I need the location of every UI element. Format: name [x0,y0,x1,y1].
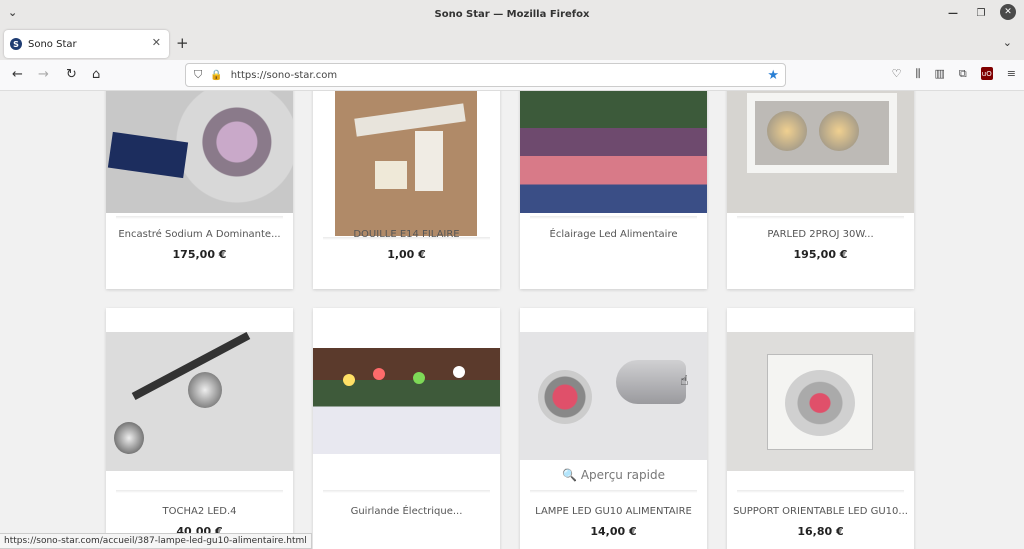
hamburger-menu-icon[interactable]: ≡ [1007,67,1016,81]
product-card[interactable]: TOCHA2 LED.4 40,00 € [106,308,293,549]
status-bar-link: https://sono-star.com/accueil/387-lampe-… [0,533,312,549]
extensions-icon[interactable]: ⧉ [959,67,967,81]
product-price: 14,00 € [590,525,637,538]
forward-arrow-icon[interactable]: → [38,67,49,82]
product-name[interactable]: TOCHA2 LED.4 [110,506,289,517]
reload-icon[interactable]: ↻ [66,67,77,82]
tab-close-icon[interactable]: ✕ [152,36,161,49]
product-image[interactable] [106,91,293,213]
divider [737,216,904,219]
window-controls: — ❐ ✕ [944,4,1016,22]
library-icon[interactable]: ⫼ [915,67,920,81]
product-card[interactable]: Éclairage Led Alimentaire [520,91,707,289]
product-price: 175,00 € [172,248,227,261]
home-icon[interactable]: ⌂ [92,67,100,82]
divider [737,490,904,493]
pocket-icon[interactable]: ♡ [892,67,902,81]
product-name[interactable]: DOUILLE E14 FILAIRE [317,229,496,240]
product-image[interactable] [335,91,477,236]
toolbar-icons: ♡ ⫼ ▥ ⧉ uO ≡ [892,67,1016,81]
product-image[interactable] [520,91,707,213]
minimize-icon[interactable]: — [944,4,962,22]
restore-icon[interactable]: ❐ [972,4,990,22]
sono-star-favicon-icon: S [10,38,22,50]
back-arrow-icon[interactable]: ← [12,67,23,82]
new-tab-icon[interactable]: + [176,34,189,52]
product-card[interactable]: Guirlande Électrique... [313,308,500,549]
tab-bar: S Sono Star ✕ + ⌄ [0,28,1024,60]
tab-list-chevron-icon[interactable]: ⌄ [1003,36,1012,49]
close-icon[interactable]: ✕ [1000,4,1016,20]
url-text[interactable]: https://sono-star.com [231,70,337,81]
divider [530,216,697,219]
divider [323,490,490,493]
page-content: Encastré Sodium A Dominante... 175,00 € … [0,91,1024,549]
product-name[interactable]: SUPPORT ORIENTABLE LED GU10... [731,506,910,517]
product-card[interactable]: Encastré Sodium A Dominante... 175,00 € [106,91,293,289]
url-bar[interactable]: ⛉ 🔒 https://sono-star.com ★ [185,63,786,87]
product-price: 16,80 € [797,525,844,538]
tab-label: Sono Star [28,38,77,50]
product-name[interactable]: Éclairage Led Alimentaire [524,229,703,240]
tracking-shield-icon[interactable]: ⛉ [194,68,202,82]
lock-icon[interactable]: 🔒 [210,70,222,81]
quick-view-label: Aperçu rapide [580,468,665,482]
window-title: Sono Star — Mozilla Firefox [434,8,590,20]
product-name[interactable]: Guirlande Électrique... [317,506,496,517]
product-card[interactable]: SUPPORT ORIENTABLE LED GU10... 16,80 € [727,308,914,549]
window-menu-icon[interactable]: ⌄ [8,6,17,19]
product-image[interactable] [727,91,914,213]
product-image[interactable] [727,332,914,471]
quick-view-button[interactable]: 🔍 Aperçu rapide [520,468,707,482]
product-image[interactable] [313,348,500,454]
divider [116,490,283,493]
sidebar-icon[interactable]: ▥ [935,67,945,81]
tab-sono-star[interactable]: S Sono Star ✕ [4,30,169,58]
product-card[interactable]: PARLED 2PROJ 30W... 195,00 € [727,91,914,289]
product-card[interactable]: 🔍 Aperçu rapide LAMPE LED GU10 ALIMENTAI… [520,308,707,549]
navigation-toolbar: ← → ↻ ⌂ ⛉ 🔒 https://sono-star.com ★ ♡ ⫼ … [0,60,1024,91]
bookmark-star-icon[interactable]: ★ [767,68,779,83]
product-price: 195,00 € [793,248,848,261]
product-name[interactable]: Encastré Sodium A Dominante... [110,229,289,240]
product-image[interactable] [106,332,293,471]
product-name[interactable]: LAMPE LED GU10 ALIMENTAIRE [524,506,703,517]
mouse-pointer-hand-icon: ☝ [680,373,689,389]
window-titlebar: ⌄ Sono Star — Mozilla Firefox — ❐ ✕ [0,0,1024,28]
divider [116,216,283,219]
product-card[interactable]: DOUILLE E14 FILAIRE 1,00 € [313,91,500,289]
product-price: 1,00 € [387,248,426,261]
product-name[interactable]: PARLED 2PROJ 30W... [731,229,910,240]
ublock-origin-icon[interactable]: uO [980,67,993,80]
search-icon: 🔍 [562,468,581,482]
divider [530,490,697,493]
product-image[interactable] [520,332,707,460]
